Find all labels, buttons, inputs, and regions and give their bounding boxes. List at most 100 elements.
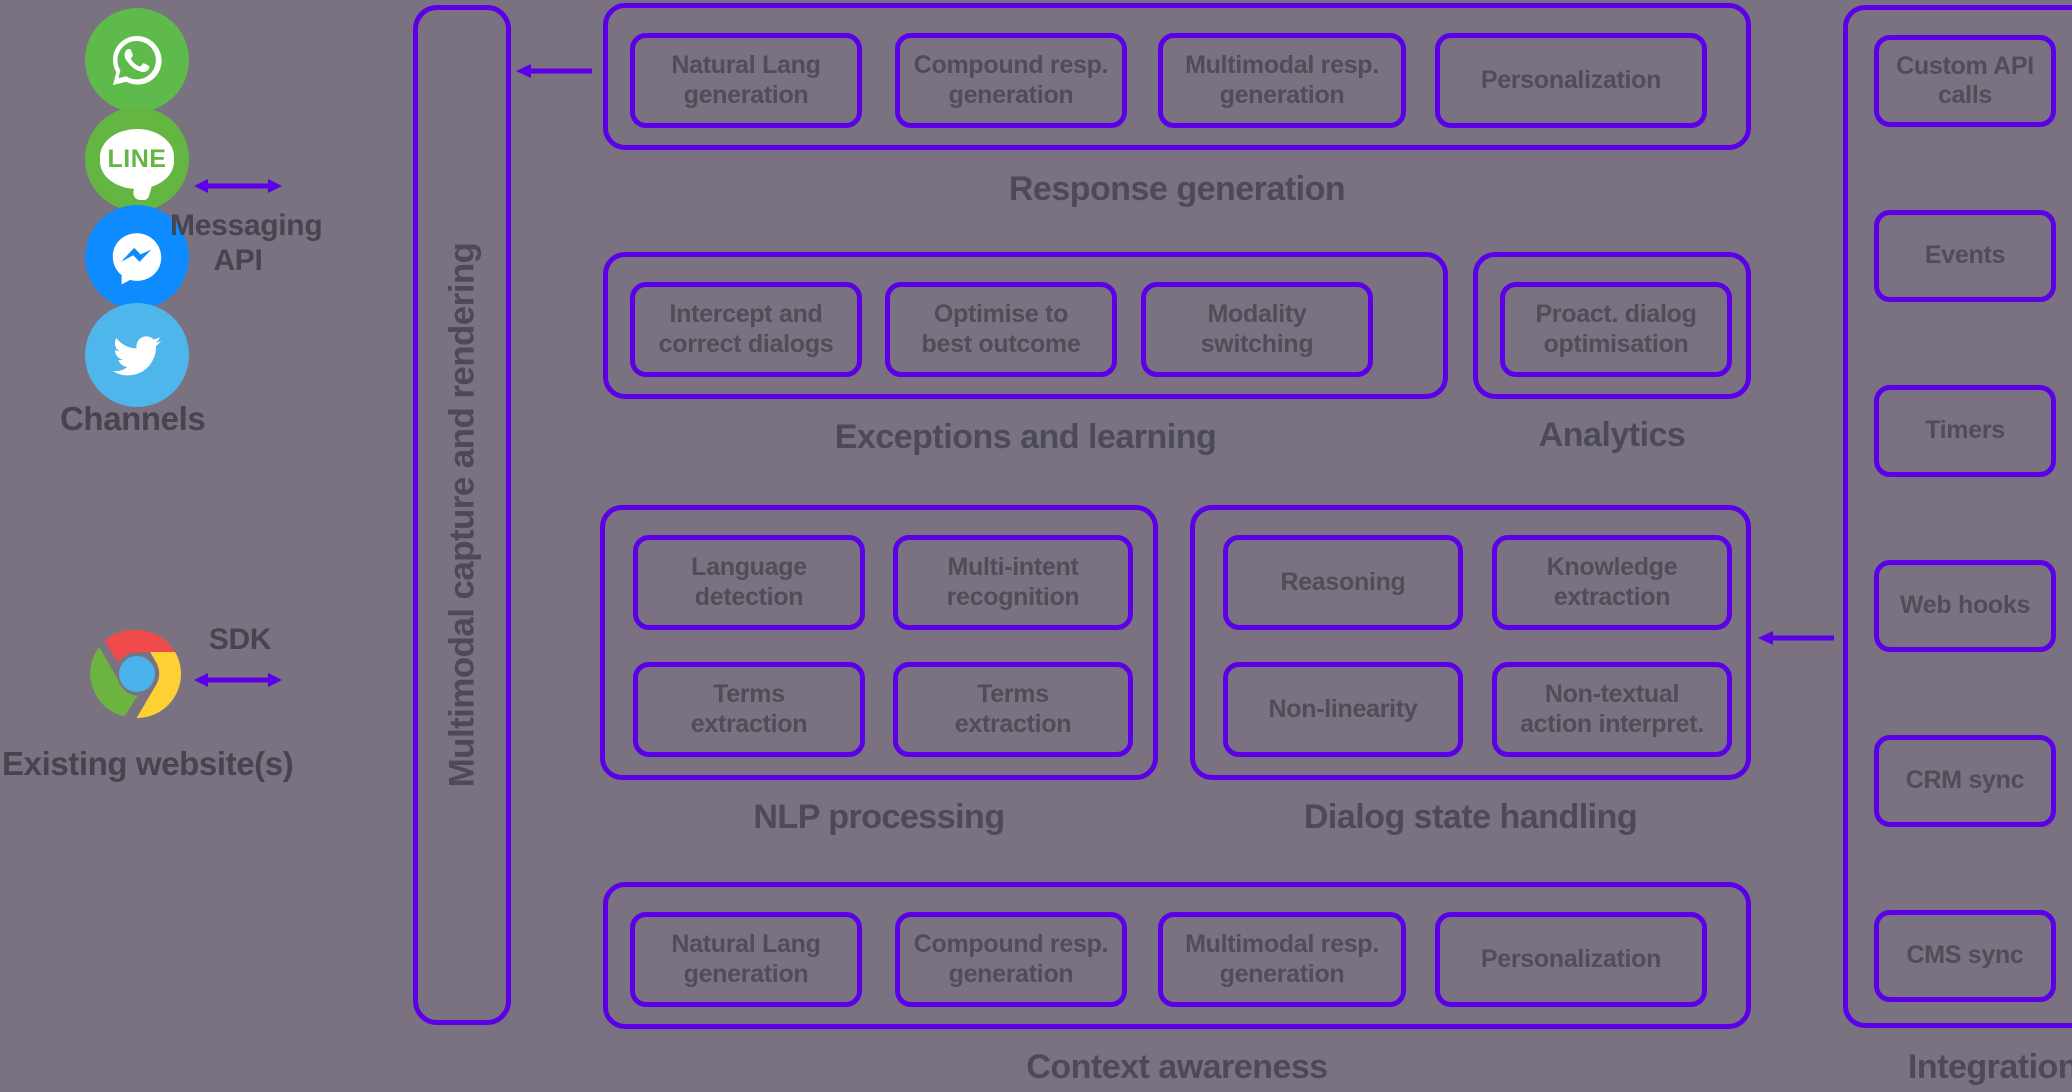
card-modality-switching: Modality switching [1141,282,1373,377]
group-label-response-generation: Response generation [1008,170,1346,208]
card-terms-extraction-2: Terms extraction [893,662,1133,757]
chrome-icon [85,622,189,726]
group-label-dialog-state-handling: Dialog state handling [1303,798,1638,836]
card-knowledge-extraction: Knowledge extraction [1492,535,1732,630]
card-multi-intent-recognition: Multi-intent recognition [893,535,1133,630]
card-line1: Language [691,553,807,581]
card-natural-lang-generation: Natural Lang generation [630,33,862,128]
multimodal-capture-bar: Multimodal capture and rendering [413,5,511,1025]
card-custom-api-calls: Custom API calls [1874,35,2056,127]
card-line2: generation [948,959,1074,988]
card-line1: Intercept and [669,300,823,328]
card-line2: optimisation [1543,329,1689,358]
card-line1: Personalization [1480,944,1662,973]
card-terms-extraction-1: Terms extraction [633,662,865,757]
group-response-generation: Natural Lang generation Compound resp. g… [603,3,1751,150]
card-line1: Natural Lang [671,51,821,79]
twitter-icon [85,303,189,407]
group-label-exceptions-and-learning: Exceptions and learning [834,418,1217,456]
existing-website-caption: Existing website(s) [2,745,294,782]
card-line1: Compound resp. [913,51,1109,79]
group-label-nlp-processing: NLP processing [753,798,1005,836]
channels-caption: Channels [60,400,206,437]
card-line1: Compound resp. [913,930,1109,958]
card-non-linearity: Non-linearity [1223,662,1463,757]
card-timers: Timers [1874,385,2056,477]
card-line1: Events [1924,241,2006,270]
response-to-bar-arrow [516,60,592,87]
card-line2: recognition [946,582,1080,611]
card-multimodal-resp-generation: Multimodal resp. generation [1158,33,1406,128]
group-exceptions-and-learning: Intercept and correct dialogs Optimise t… [603,252,1448,399]
card-line2: extraction [954,709,1072,738]
messaging-api-label-line2: API [213,244,263,278]
line-icon: LINE [85,107,189,211]
card-line2: correct dialogs [658,329,834,358]
card-line1: Knowledge [1546,553,1678,581]
card-line2: switching [1200,329,1314,358]
messaging-api-label: Messaging API [170,208,323,279]
card-ctx-compound-resp-generation: Compound resp. generation [895,912,1127,1007]
card-line1: CMS sync [1906,941,2024,970]
card-reasoning: Reasoning [1223,535,1463,630]
card-line2: calls [1937,81,1993,109]
group-label-analytics: Analytics [1538,416,1686,454]
group-dialog-state-handling: Reasoning Knowledge extraction Non-linea… [1190,505,1751,780]
card-line1: Web hooks [1899,591,2031,620]
card-line1: Multimodal resp. [1185,51,1379,79]
card-line2: generation [683,959,809,988]
card-line1: Terms [713,680,785,708]
card-ctx-personalization: Personalization [1435,912,1707,1007]
card-line2: action interpret. [1520,709,1704,738]
card-line1: Multi-intent [947,553,1079,581]
integration-to-dialog-arrow [1758,627,1834,654]
card-line1: CRM sync [1905,766,2025,795]
multimodal-capture-label: Multimodal capture and rendering [442,242,481,788]
card-line2: best outcome [921,329,1081,358]
card-line1: Multimodal resp. [1185,930,1379,958]
group-analytics: Proact. dialog optimisation [1473,252,1751,399]
card-events: Events [1874,210,2056,302]
sdk-arrow [194,668,282,697]
card-personalization: Personalization [1435,33,1707,128]
card-line1: Non-textual [1544,680,1680,708]
card-line2: detection [694,582,804,611]
card-line2: generation [948,80,1074,109]
card-ctx-multimodal-resp-generation: Multimodal resp. generation [1158,912,1406,1007]
card-line1: Non-linearity [1268,694,1418,723]
card-line1: Timers [1925,416,2005,445]
card-line1: Personalization [1480,65,1662,94]
messaging-api-arrow [194,174,282,203]
card-language-detection: Language detection [633,535,865,630]
card-line1: Natural Lang [671,930,821,958]
group-label-integration: Integration [1907,1048,2072,1086]
architecture-diagram: LINE Channels Messaging API SDK Existing… [0,0,2072,1092]
whatsapp-icon [85,8,189,112]
group-integration: Custom API calls Events Timers Web hooks… [1843,5,2072,1028]
card-line1: Terms [977,680,1049,708]
card-ctx-natural-lang-generation: Natural Lang generation [630,912,862,1007]
card-line1: Custom API [1896,51,2034,80]
sdk-label: SDK [200,622,280,657]
card-line1: Modality [1207,300,1307,328]
card-line2: generation [683,80,809,109]
card-line2: generation [1219,80,1345,109]
card-line2: extraction [690,709,808,738]
card-line1: Reasoning [1280,567,1406,596]
group-nlp-processing: Language detection Multi-intent recognit… [600,505,1158,780]
card-web-hooks: Web hooks [1874,560,2056,652]
card-proactive-dialog-optimisation: Proact. dialog optimisation [1500,282,1732,377]
card-line1: Optimise to [933,300,1069,328]
group-label-context-awareness: Context awareness [1026,1048,1328,1086]
card-non-textual-action-interpret: Non-textual action interpret. [1492,662,1732,757]
card-intercept-and-correct-dialogs: Intercept and correct dialogs [630,282,862,377]
line-wordmark: LINE [107,144,167,173]
card-line2: generation [1219,959,1345,988]
card-compound-resp-generation: Compound resp. generation [895,33,1127,128]
card-crm-sync: CRM sync [1874,735,2056,827]
messaging-api-label-line1: Messaging [170,209,323,242]
card-cms-sync: CMS sync [1874,910,2056,1002]
group-context-awareness: Natural Lang generation Compound resp. g… [603,882,1751,1029]
card-line1: Proact. dialog [1535,300,1697,328]
card-line2: extraction [1553,582,1671,611]
